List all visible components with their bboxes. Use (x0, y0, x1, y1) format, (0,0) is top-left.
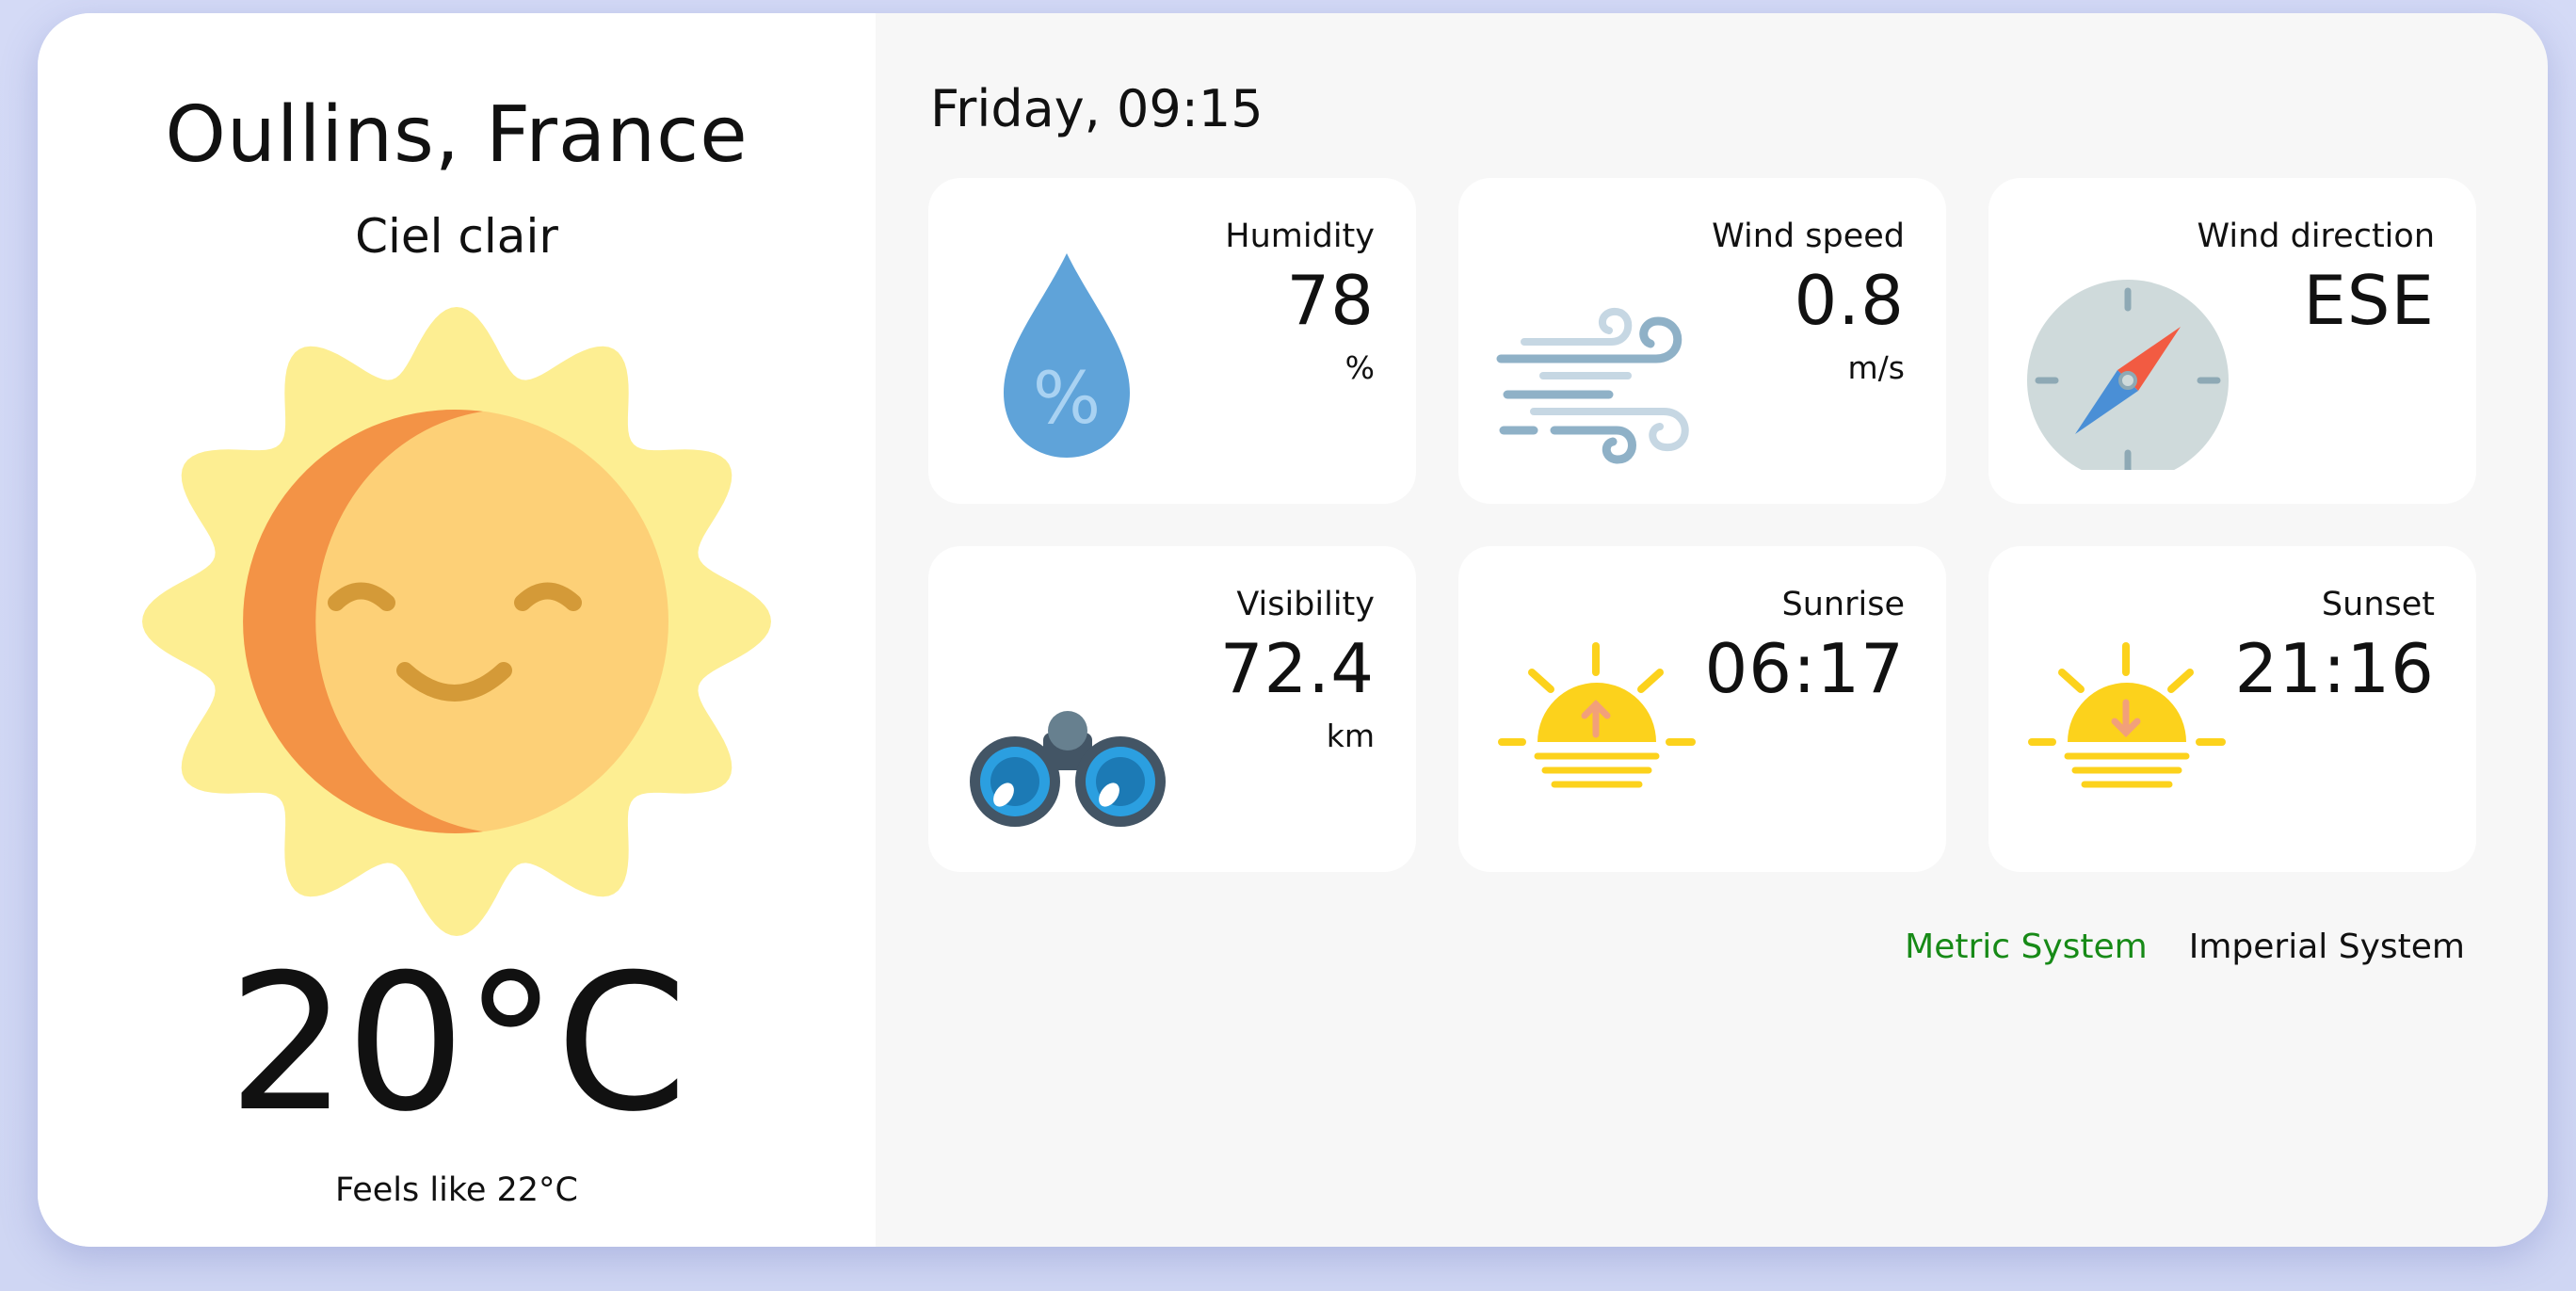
current-temperature: 20°C (227, 934, 687, 1154)
smiling-sun-icon (137, 301, 777, 942)
wind-direction-label: Wind direction (2197, 218, 2435, 255)
humidity-label: Humidity (1225, 218, 1375, 255)
current-datetime: Friday, 09:15 (930, 79, 1264, 138)
sunset-label: Sunset (2321, 586, 2435, 623)
water-drop-percent-icon: % (966, 253, 1183, 470)
weather-description: Ciel clair (355, 209, 558, 264)
current-weather-panel: Oullins, France Ciel clair 20°C Feels li… (38, 13, 876, 1247)
wind-speed-unit: m/s (1847, 349, 1905, 386)
wind-direction-tile: Wind direction ESE (1988, 178, 2476, 504)
wind-speed-value: 0.8 (1794, 261, 1905, 340)
metric-system-link[interactable]: Metric System (1905, 925, 2148, 970)
sunrise-value: 06:17 (1704, 629, 1905, 708)
imperial-system-link[interactable]: Imperial System (2189, 925, 2465, 970)
binoculars-icon (966, 621, 1183, 838)
weather-card: Oullins, France Ciel clair 20°C Feels li… (38, 13, 2548, 1247)
sunrise-icon (1496, 621, 1713, 838)
visibility-unit: km (1326, 718, 1375, 754)
wind-speed-label: Wind speed (1712, 218, 1905, 255)
sunset-value: 21:16 (2234, 629, 2435, 708)
wind-icon (1496, 253, 1713, 470)
humidity-value: 78 (1286, 261, 1375, 340)
humidity-unit: % (1344, 349, 1375, 386)
weather-details-grid: % Humidity 78 % Wind speed 0.8 m/s Wind … (928, 178, 2476, 872)
wind-speed-tile: Wind speed 0.8 m/s (1458, 178, 1946, 504)
compass-icon (2026, 253, 2243, 481)
feels-like-temperature: Feels like 22°C (335, 1171, 578, 1209)
sun-graphic (142, 307, 771, 936)
unit-system-switch: Metric System Imperial System (1905, 925, 2465, 970)
page: Oullins, France Ciel clair 20°C Feels li… (0, 0, 2576, 1291)
details-panel: Friday, 09:15 % Humidity 78 % Wind speed… (876, 13, 2548, 1247)
visibility-tile: Visibility 72.4 km (928, 546, 1416, 872)
sunset-icon (2026, 621, 2243, 838)
svg-text:%: % (1033, 356, 1101, 440)
sunrise-tile: Sunrise 06:17 (1458, 546, 1946, 872)
city-name: Oullins, France (165, 90, 749, 180)
sunset-tile: Sunset 21:16 (1988, 546, 2476, 872)
visibility-value: 72.4 (1219, 629, 1375, 708)
visibility-label: Visibility (1236, 586, 1375, 623)
wind-direction-value: ESE (2303, 261, 2435, 340)
humidity-tile: % Humidity 78 % (928, 178, 1416, 504)
sunrise-label: Sunrise (1781, 586, 1905, 623)
